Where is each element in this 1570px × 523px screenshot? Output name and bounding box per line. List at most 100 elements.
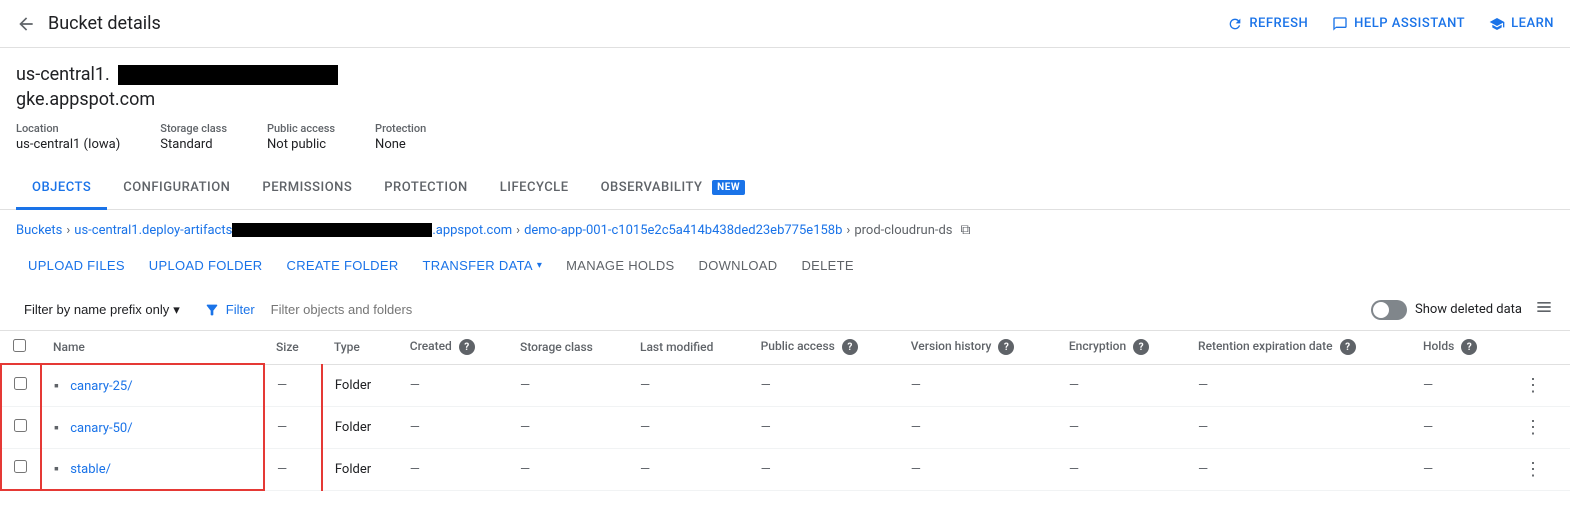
filter-button[interactable]: Filter bbox=[196, 298, 263, 322]
top-header: Bucket details REFRESH HELP ASSISTANT LE… bbox=[0, 0, 1570, 48]
bucket-name-redacted bbox=[118, 65, 338, 85]
tab-permissions[interactable]: PERMISSIONS bbox=[246, 168, 368, 210]
meta-storage-class: Storage class Standard bbox=[160, 122, 227, 152]
tab-protection[interactable]: PROTECTION bbox=[368, 168, 483, 210]
learn-action[interactable]: LEARN bbox=[1489, 16, 1554, 32]
refresh-label: REFRESH bbox=[1249, 16, 1308, 31]
table-row: ▪ canary-25/ — Folder — — — — — — — — ⋮ bbox=[1, 364, 1570, 406]
tab-configuration[interactable]: CONFIGURATION bbox=[107, 168, 246, 210]
folder-icon: ▪ bbox=[54, 420, 59, 436]
retention-info-icon[interactable]: ? bbox=[1340, 339, 1356, 355]
breadcrumb-path1-prefix: us-central1.deploy-artifacts bbox=[74, 223, 232, 238]
row-holds-cell: — bbox=[1411, 406, 1508, 448]
transfer-data-button[interactable]: TRANSFER DATA ▾ bbox=[411, 250, 555, 281]
download-button[interactable]: DOWNLOAD bbox=[687, 250, 790, 281]
row-last-modified-cell: — bbox=[628, 448, 749, 490]
bucket-meta: Location us-central1 (Iowa) Storage clas… bbox=[16, 122, 1554, 152]
th-size-label: Size bbox=[276, 340, 299, 354]
breadcrumb-sep-3: › bbox=[846, 223, 850, 238]
row-retention-cell: — bbox=[1186, 448, 1411, 490]
row-created-cell: — bbox=[398, 364, 508, 406]
show-deleted-toggle-container: Show deleted data bbox=[1371, 300, 1522, 320]
folder-link[interactable]: canary-25/ bbox=[70, 379, 132, 394]
table-row: ▪ stable/ — Folder — — — — — — — — ⋮ bbox=[1, 448, 1570, 490]
holds-info-icon[interactable]: ? bbox=[1461, 339, 1477, 355]
row-holds-cell: — bbox=[1411, 448, 1508, 490]
meta-location-value: us-central1 (Iowa) bbox=[16, 137, 120, 152]
tab-observability-badge: NEW bbox=[712, 180, 745, 195]
toggle-knob bbox=[1373, 302, 1389, 318]
meta-location-label: Location bbox=[16, 122, 120, 135]
breadcrumb-buckets[interactable]: Buckets bbox=[16, 223, 62, 238]
header-right: REFRESH HELP ASSISTANT LEARN bbox=[1227, 16, 1554, 32]
meta-protection-label: Protection bbox=[375, 122, 426, 135]
row-size-cell: — bbox=[264, 448, 322, 490]
show-deleted-toggle[interactable] bbox=[1371, 300, 1407, 320]
created-info-icon[interactable]: ? bbox=[459, 339, 475, 355]
table-header-row: Name Size Type Created ? Storage class L… bbox=[1, 331, 1570, 364]
back-button[interactable] bbox=[16, 14, 36, 34]
copy-path-icon[interactable]: ⧉ bbox=[961, 222, 971, 238]
th-name-label: Name bbox=[53, 340, 85, 354]
manage-holds-button[interactable]: MANAGE HOLDS bbox=[554, 250, 686, 281]
meta-public-access: Public access Not public bbox=[267, 122, 335, 152]
tab-lifecycle[interactable]: LIFECYCLE bbox=[484, 168, 585, 210]
row-context-menu-icon[interactable]: ⋮ bbox=[1520, 459, 1546, 480]
row-context-menu-icon[interactable]: ⋮ bbox=[1520, 375, 1546, 396]
row-checkbox-cell bbox=[1, 364, 41, 406]
th-encryption: Encryption ? bbox=[1057, 331, 1186, 364]
help-assistant-action[interactable]: HELP ASSISTANT bbox=[1332, 16, 1465, 32]
select-all-checkbox[interactable] bbox=[13, 339, 26, 352]
folder-icon: ▪ bbox=[54, 461, 59, 477]
column-toggle-icon[interactable] bbox=[1534, 297, 1554, 322]
header-left: Bucket details bbox=[16, 13, 161, 34]
folder-link[interactable]: stable/ bbox=[70, 462, 111, 477]
th-last-modified-label: Last modified bbox=[640, 340, 713, 354]
version-history-info-icon[interactable]: ? bbox=[998, 339, 1014, 355]
tab-objects[interactable]: OBJECTS bbox=[16, 168, 107, 210]
row-holds-cell: — bbox=[1411, 364, 1508, 406]
row-encryption-cell: — bbox=[1057, 364, 1186, 406]
objects-table: Name Size Type Created ? Storage class L… bbox=[0, 331, 1570, 491]
th-menu bbox=[1508, 331, 1570, 364]
row-checkbox[interactable] bbox=[14, 419, 27, 432]
table-row: ▪ canary-50/ — Folder — — — — — — — — ⋮ bbox=[1, 406, 1570, 448]
row-retention-cell: — bbox=[1186, 364, 1411, 406]
transfer-data-label: TRANSFER DATA bbox=[423, 258, 533, 273]
bucket-domain: gke.appspot.com bbox=[16, 89, 1554, 110]
folder-icon: ▪ bbox=[54, 378, 59, 394]
tab-observability-label: OBSERVABILITY bbox=[601, 180, 703, 195]
th-holds-label: Holds bbox=[1423, 339, 1454, 353]
row-name-cell: ▪ canary-50/ bbox=[41, 406, 264, 448]
delete-button[interactable]: DELETE bbox=[789, 250, 865, 281]
upload-files-button[interactable]: UPLOAD FILES bbox=[16, 250, 137, 281]
filter-input[interactable] bbox=[271, 302, 1363, 317]
row-context-menu-icon[interactable]: ⋮ bbox=[1520, 417, 1546, 438]
public-access-info-icon[interactable]: ? bbox=[842, 339, 858, 355]
breadcrumb-sep-1: › bbox=[66, 223, 70, 238]
row-checkbox[interactable] bbox=[14, 377, 27, 390]
row-name-cell: ▪ stable/ bbox=[41, 448, 264, 490]
bucket-info: us-central1. gke.appspot.com Location us… bbox=[0, 48, 1570, 152]
encryption-info-icon[interactable]: ? bbox=[1133, 339, 1149, 355]
th-created-label: Created bbox=[410, 339, 452, 353]
meta-public-access-label: Public access bbox=[267, 122, 335, 135]
row-type-cell: Folder bbox=[322, 364, 398, 406]
refresh-action[interactable]: REFRESH bbox=[1227, 16, 1308, 32]
breadcrumb-path2[interactable]: demo-app-001-c1015e2c5a414b438ded23eb775… bbox=[524, 223, 842, 238]
meta-location: Location us-central1 (Iowa) bbox=[16, 122, 120, 152]
tab-observability[interactable]: OBSERVABILITY NEW bbox=[585, 168, 762, 210]
upload-folder-button[interactable]: UPLOAD FOLDER bbox=[137, 250, 275, 281]
breadcrumb-path1[interactable]: us-central1.deploy-artifacts.appspot.com bbox=[74, 223, 512, 238]
row-checkbox[interactable] bbox=[14, 460, 27, 473]
filter-prefix-button[interactable]: Filter by name prefix only ▾ bbox=[16, 298, 188, 322]
create-folder-button[interactable]: CREATE FOLDER bbox=[275, 250, 411, 281]
breadcrumb: Buckets › us-central1.deploy-artifacts.a… bbox=[0, 210, 1570, 246]
filter-prefix-chevron-icon: ▾ bbox=[173, 302, 180, 318]
meta-public-access-value: Not public bbox=[267, 137, 335, 152]
filter-bar: Filter by name prefix only ▾ Filter Show… bbox=[0, 289, 1570, 331]
table-body: ▪ canary-25/ — Folder — — — — — — — — ⋮ … bbox=[1, 364, 1570, 490]
breadcrumb-redacted bbox=[232, 223, 432, 237]
row-encryption-cell: — bbox=[1057, 406, 1186, 448]
folder-link[interactable]: canary-50/ bbox=[70, 421, 132, 436]
